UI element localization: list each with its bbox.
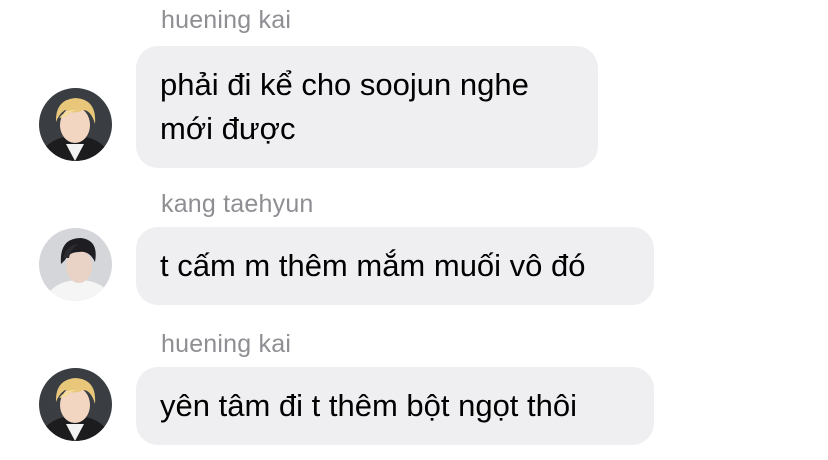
message-bubble[interactable]: t cấm m thêm mắm muối vô đó bbox=[136, 227, 654, 305]
sender-name: huening kai bbox=[161, 330, 292, 358]
blonde-person-avatar-icon[interactable] bbox=[39, 368, 112, 441]
message-text-line: t cấm m thêm mắm muối vô đó bbox=[160, 248, 586, 283]
message-bubble[interactable]: yên tâm đi t thêm bột ngọt thôi bbox=[136, 367, 654, 445]
message-bubble[interactable]: phải đi kể cho soojun nghe mới được bbox=[136, 46, 598, 168]
message-text-line: phải đi kể cho soojun nghe bbox=[160, 67, 529, 102]
message-text-line: mới được bbox=[160, 111, 296, 146]
blonde-person-avatar-icon[interactable] bbox=[39, 88, 112, 161]
message-text-line: yên tâm đi t thêm bột ngọt thôi bbox=[160, 388, 578, 423]
chat-thread: huening kai phải đi kể cho soojun nghe m… bbox=[0, 0, 828, 460]
dark-haired-person-avatar-icon[interactable] bbox=[39, 228, 112, 301]
sender-name: huening kai bbox=[161, 6, 292, 34]
sender-name: kang taehyun bbox=[161, 190, 314, 218]
